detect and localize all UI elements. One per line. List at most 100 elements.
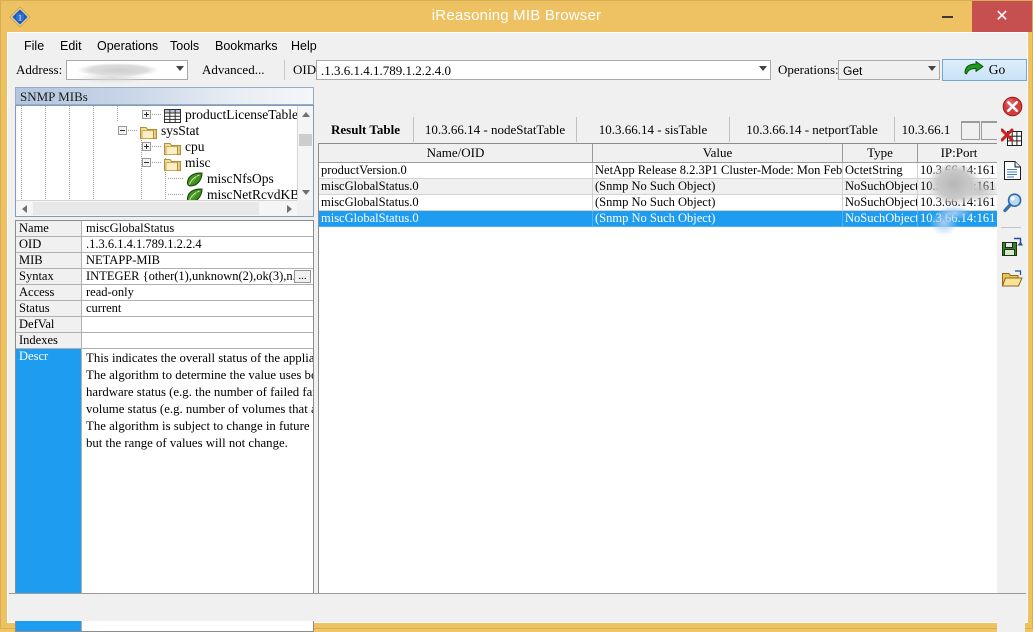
column-header-value[interactable]: Value [593,144,843,163]
chevron-down-icon [759,66,767,71]
tab-scroll-controls [961,121,1001,139]
tab-nodestattable[interactable]: 10.3.66.14 - nodeStatTable [414,117,577,142]
cell-type: NoSuchObject [843,179,918,195]
cell-name-oid: miscGlobalStatus.0 [319,179,593,195]
address-combo[interactable] [66,60,188,80]
cell-ip-port: 10.3.66.14:161 [918,163,1000,179]
tab-sistable[interactable]: 10.3.66.14 - sisTable [577,117,730,142]
folder-icon [164,157,180,170]
tree-hscroll-thumb[interactable] [33,202,259,215]
rail-separator [1001,227,1021,228]
action-rail [997,87,1025,632]
folder-icon [140,125,156,138]
menu-bar: File Edit Operations Tools Bookmarks Hel… [9,34,1026,59]
mib-tree-canvas: productLicenseTable s [16,106,297,200]
result-tab-strip: Result Table 10.3.66.14 - nodeStatTable … [318,117,1001,143]
scroll-left-arrow-icon[interactable] [16,201,32,216]
find-button[interactable] [999,189,1025,219]
tab-partial[interactable]: 10.3.66.1 [895,117,957,142]
menu-item-tools[interactable]: Tools [163,37,206,55]
property-row-mib[interactable]: MIB NETAPP-MIB [16,253,313,269]
tab-scroll-left-button[interactable] [961,121,980,139]
menu-item-bookmarks[interactable]: Bookmarks [208,37,285,55]
property-row-defval[interactable]: DefVal [16,317,313,333]
close-button[interactable]: ✕ [972,1,1032,32]
clear-table-button[interactable] [999,125,1025,155]
cell-name-oid: miscGlobalStatus.0 [319,195,593,211]
property-value: NETAPP-MIB [82,253,313,269]
tab-result-table[interactable]: Result Table [318,117,414,142]
address-redaction-overlay [72,62,184,84]
document-icon [1003,160,1022,185]
tree-horizontal-scrollbar[interactable] [16,200,297,216]
client-area: File Edit Operations Tools Bookmarks Hel… [7,32,1028,623]
tree-guide [69,106,70,200]
operations-combo[interactable]: Get [838,60,940,80]
table-row[interactable]: miscGlobalStatus.0 (Snmp No Such Object)… [319,195,1000,211]
column-header-ip-port[interactable]: IP:Port [918,144,1000,163]
new-document-button[interactable] [999,157,1025,187]
mib-properties-grid: Name miscGlobalStatus OID .1.3.6.1.4.1.7… [15,220,314,632]
tree-item-label: sysStat [161,123,199,139]
expand-toggle-icon[interactable] [142,110,151,119]
menu-item-help[interactable]: Help [284,37,324,55]
property-row-access[interactable]: Access read-only [16,285,313,301]
tree-guide [152,114,162,115]
descr-line: volume status (e.g. number of volumes th… [86,401,313,418]
column-header-name-oid[interactable]: Name/OID [319,144,593,163]
tree-vscroll-thumb[interactable] [299,134,312,146]
cell-type: NoSuchObject [843,195,918,211]
property-label: Name [16,221,82,237]
property-value [82,333,313,349]
cell-value: (Snmp No Such Object) [593,195,843,211]
menu-item-operations[interactable]: Operations [90,37,165,55]
property-row-descr[interactable]: Descr This indicates the overall status … [16,349,313,631]
open-button[interactable] [999,266,1025,296]
result-table[interactable]: Name/OID Value Type IP:Port productVersi… [318,143,1001,621]
cell-ip-port: 10.3.66.14:161 [918,211,1000,227]
snmp-mibs-header: SNMP MIBs [15,87,314,105]
cell-value: (Snmp No Such Object) [593,179,843,195]
table-row[interactable]: miscGlobalStatus.0 (Snmp No Such Object)… [319,179,1000,195]
cell-value: (Snmp No Such Object) [593,211,843,227]
go-button[interactable]: Go [942,59,1027,81]
property-label: Descr [16,349,82,631]
minimize-button[interactable] [929,1,966,32]
tree-vertical-scrollbar[interactable] [297,106,313,200]
advanced-button[interactable]: Advanced... [202,62,264,78]
collapse-toggle-icon[interactable] [118,126,127,135]
table-row[interactable]: productVersion.0 NetApp Release 8.2.3P1 … [319,163,1000,179]
descr-line: The algorithm is subject to change in fu… [86,418,313,435]
property-row-syntax[interactable]: Syntax INTEGER {other(1),unknown(2),ok(3… [16,269,313,285]
stop-button[interactable] [999,93,1025,123]
tree-guide [128,130,138,131]
address-label: Address: [16,62,62,78]
collapse-toggle-icon[interactable] [142,158,151,167]
property-row-oid[interactable]: OID .1.3.6.1.4.1.789.1.2.2.4 [16,237,313,253]
property-label: Status [16,301,82,317]
table-row-selected[interactable]: miscGlobalStatus.0 (Snmp No Such Object)… [319,211,1000,227]
mib-tree[interactable]: productLicenseTable s [15,105,314,217]
menu-item-edit[interactable]: Edit [53,37,89,55]
address-toolbar: Address: Advanced... OID: .1.3.6.1.4.1.7… [9,58,1026,84]
property-value-descr: This indicates the overall status of the… [82,349,313,631]
property-label: DefVal [16,317,82,333]
scroll-up-arrow-icon[interactable] [298,106,313,122]
tree-guide [117,106,118,122]
syntax-ellipsis-button[interactable]: ... [294,270,311,283]
oid-combo[interactable]: .1.3.6.1.4.1.789.1.2.2.4.0 [316,60,771,80]
scroll-down-arrow-icon[interactable] [298,184,313,200]
property-row-indexes[interactable]: Indexes [16,333,313,349]
minimize-icon [942,16,953,18]
property-value: miscGlobalStatus [82,221,313,237]
scroll-right-arrow-icon[interactable] [281,201,297,216]
tab-netporttable[interactable]: 10.3.66.14 - netportTable [730,117,895,142]
cell-name-oid: productVersion.0 [319,163,593,179]
menu-item-file[interactable]: File [17,37,51,55]
toolbar-separator-1 [284,60,285,80]
property-row-name[interactable]: Name miscGlobalStatus [16,221,313,237]
column-header-type[interactable]: Type [843,144,918,163]
property-row-status[interactable]: Status current [16,301,313,317]
save-button[interactable] [999,234,1025,264]
expand-toggle-icon[interactable] [142,142,151,151]
